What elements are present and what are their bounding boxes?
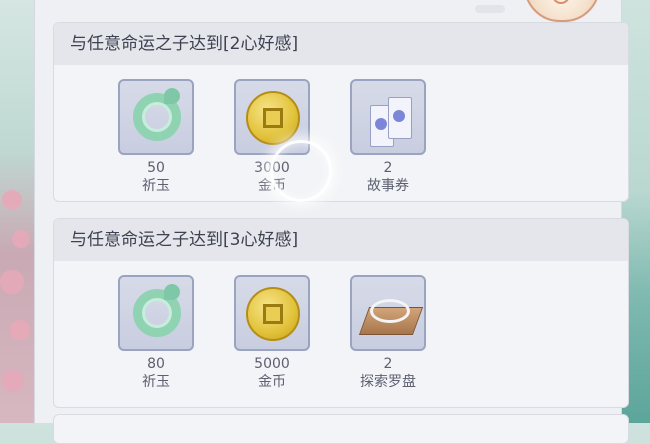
reward-tile[interactable] — [350, 79, 426, 155]
compass-icon — [358, 293, 424, 337]
reward-name: 探索罗盘 — [360, 374, 416, 390]
section-title: 与任意命运之子达到[2心好感] — [54, 23, 628, 65]
reward-tile[interactable] — [350, 275, 426, 351]
jade-icon — [133, 284, 181, 337]
reward-item[interactable]: 80 祈玉 — [116, 275, 196, 391]
reward-quantity: 2 — [383, 160, 393, 176]
gold-coin-icon — [246, 91, 300, 145]
reward-name: 祈玉 — [142, 374, 170, 390]
reward-quantity: 2 — [383, 356, 393, 372]
reward-tile[interactable] — [118, 79, 194, 155]
reward-panel: 与任意命运之子达到[2心好感] 50 祈玉 3000 金币 2 故事券 与任意命… — [34, 0, 629, 444]
section-title: 与任意命运之子达到[3心好感] — [54, 219, 628, 261]
reward-name: 金币 — [258, 374, 286, 390]
reward-section: 与任意命运之子达到[3心好感] 80 祈玉 5000 金币 2 探索罗盘 — [53, 218, 629, 408]
reward-item[interactable]: 50 祈玉 — [116, 79, 196, 195]
reward-quantity: 80 — [147, 356, 165, 372]
left-scenery — [0, 0, 34, 423]
reward-name: 故事券 — [367, 178, 409, 194]
reward-name: 祈玉 — [142, 178, 170, 194]
gold-coin-icon — [246, 287, 300, 341]
reward-tile[interactable] — [118, 275, 194, 351]
reward-item[interactable]: 2 故事券 — [348, 79, 428, 195]
loading-ring-icon — [270, 140, 332, 202]
jade-icon — [133, 88, 181, 141]
story-ticket-icon — [366, 91, 414, 147]
scrollbar[interactable] — [475, 5, 505, 13]
reward-section: 与任意命运之子达到[2心好感] 50 祈玉 3000 金币 2 故事券 — [53, 22, 629, 202]
reward-quantity: 5000 — [254, 356, 290, 372]
reward-quantity: 50 — [147, 160, 165, 176]
reward-item[interactable]: 2 探索罗盘 — [348, 275, 428, 391]
reward-tile[interactable] — [234, 275, 310, 351]
reward-item[interactable]: 5000 金币 — [232, 275, 312, 391]
reward-section — [53, 414, 629, 444]
